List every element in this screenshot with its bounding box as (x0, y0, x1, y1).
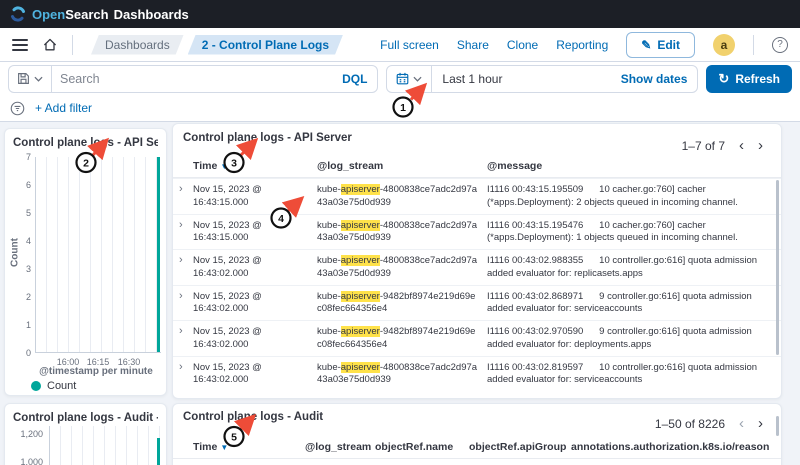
help-icon[interactable]: ? (772, 37, 788, 53)
search-box: DQL (8, 65, 378, 93)
table-header: Time▼ @log_stream objectRef.name objectR… (173, 441, 781, 459)
date-picker: Last 1 hour Show dates (386, 65, 698, 93)
filter-icon[interactable] (10, 101, 25, 116)
expand-row-icon[interactable]: › (179, 326, 193, 356)
edit-button[interactable]: ✎ Edit (626, 32, 695, 58)
breadcrumb-dashboards[interactable]: Dashboards (91, 35, 184, 55)
column-objectref-name[interactable]: objectRef.name (375, 441, 469, 453)
refresh-icon: ↻ (718, 72, 729, 85)
nav-divider (753, 35, 754, 55)
dql-selector[interactable]: DQL (332, 72, 377, 86)
share-link[interactable]: Share (457, 38, 489, 52)
column-time[interactable]: Time▼ (193, 160, 317, 172)
pagination: 1–7 of 7 ‹ › (682, 138, 763, 153)
expand-row-icon[interactable]: › (179, 220, 193, 250)
highlight: apiserver (341, 255, 380, 266)
table-header: Time▼ @log_stream @message (173, 160, 781, 178)
clone-link[interactable]: Clone (507, 38, 538, 52)
chart-plot-area (49, 426, 161, 465)
y-axis-tick: 1,000 (11, 457, 43, 465)
refresh-button[interactable]: ↻ Refresh (706, 65, 792, 93)
prev-page-icon[interactable]: ‹ (739, 416, 744, 431)
expand-row-icon[interactable]: › (179, 291, 193, 321)
query-bar: DQL Last 1 hour Show dates ↻ Refresh (0, 62, 800, 95)
panel-title: Control plane logs - API Server - ... (13, 137, 158, 149)
dashboard-content: Control plane logs - API Server - ... Co… (0, 122, 800, 465)
highlight: apiserver (341, 220, 380, 231)
column-message[interactable]: @message (487, 160, 771, 172)
panel-title: Control plane logs - Audit - Date ... (13, 412, 158, 424)
count-bar[interactable] (157, 157, 160, 352)
count-bar[interactable] (157, 438, 160, 465)
reporting-link[interactable]: Reporting (556, 38, 608, 52)
time-range-value[interactable]: Last 1 hour (432, 72, 620, 86)
panel-scrollbar[interactable] (776, 416, 779, 436)
panel-api-server-chart: Control plane logs - API Server - ... Co… (4, 128, 167, 396)
expand-row-icon[interactable]: › (179, 184, 193, 214)
chevron-down-icon (413, 76, 422, 82)
panel-api-server-table: Control plane logs - API Server 1–7 of 7… (172, 123, 782, 399)
app-header: OpenSearch Dashboards (0, 0, 800, 28)
search-input[interactable] (52, 72, 332, 86)
pagination-range: 1–7 of 7 (682, 139, 725, 153)
highlight: apiserver (341, 184, 380, 195)
nav-divider (72, 35, 73, 55)
table-row[interactable]: › Nov 15, 2023 @ 16:43:02.000 kube-apise… (173, 285, 781, 321)
date-quick-select[interactable] (387, 66, 432, 92)
highlight: apiserver (341, 291, 380, 302)
next-page-icon[interactable]: › (758, 416, 763, 431)
expand-row-icon[interactable]: › (179, 362, 193, 392)
sort-desc-icon: ▼ (220, 162, 228, 171)
brand-search: Search (65, 7, 108, 22)
opensearch-logo-icon (10, 6, 26, 22)
highlight: apiserver (341, 326, 380, 337)
pencil-icon: ✎ (641, 38, 651, 52)
filter-bar: + Add filter (0, 95, 800, 122)
panel-scrollbar[interactable] (776, 180, 779, 355)
column-objectref-apigroup[interactable]: objectRef.apiGroup (469, 441, 571, 453)
legend-swatch (31, 381, 41, 391)
avatar[interactable]: a (713, 34, 735, 56)
home-icon[interactable] (42, 37, 58, 53)
table-row[interactable]: › Nov 15, 2023 @ 16:43:02.000 kube-apise… (173, 320, 781, 356)
legend-label: Count (47, 380, 76, 392)
add-filter-button[interactable]: + Add filter (35, 101, 92, 115)
menu-icon[interactable] (12, 39, 28, 51)
table-row[interactable]: › Nov 15, 2023 @ 16:43:02.000 kube-apise… (173, 356, 781, 392)
prev-page-icon[interactable]: ‹ (739, 138, 744, 153)
brand-title: OpenSearch Dashboards (32, 7, 189, 22)
breadcrumb-current-dashboard: 2 - Control Plane Logs (188, 35, 343, 55)
full-screen-link[interactable]: Full screen (380, 38, 439, 52)
y-axis-tick: 1,200 (11, 429, 43, 439)
highlight: apiserver (341, 362, 380, 373)
chart-legend[interactable]: Count (31, 380, 76, 392)
table-row[interactable]: › Nov 15, 2023 @ 16:43:15.000 kube-apise… (173, 214, 781, 250)
chart-plot-area (35, 157, 161, 353)
table-row[interactable]: › Nov 15, 2023 @ 16:43:15.000 kube-apise… (173, 178, 781, 214)
chevron-down-icon (34, 76, 43, 82)
opensearch-dashboards-app: OpenSearch Dashboards Dashboards 2 - Con… (0, 0, 800, 465)
column-log-stream[interactable]: @log_stream (317, 160, 487, 172)
brand-dashboards: Dashboards (114, 7, 189, 22)
expand-row-icon[interactable]: › (179, 255, 193, 285)
brand-open: Open (32, 7, 65, 22)
pagination-range: 1–50 of 8226 (655, 417, 725, 431)
column-authorization-reason[interactable]: annotations.authorization.k8s.io/reason (571, 441, 771, 453)
panel-audit-chart: Control plane logs - Audit - Date ... 1,… (4, 403, 167, 465)
saved-query-menu[interactable] (9, 66, 52, 92)
save-icon (17, 72, 30, 85)
next-page-icon[interactable]: › (758, 138, 763, 153)
x-axis-label: @timestamp per minute (31, 366, 161, 377)
table-row[interactable]: › Nov 15, 2023 @ 16:43:02.000 kube-apise… (173, 249, 781, 285)
column-time[interactable]: Time▼ (193, 441, 305, 453)
show-dates-button[interactable]: Show dates (621, 72, 698, 86)
calendar-icon (396, 72, 409, 85)
pagination: 1–50 of 8226 ‹ › (655, 416, 763, 431)
navbar: Dashboards 2 - Control Plane Logs Full s… (0, 28, 800, 62)
breadcrumb: Dashboards 2 - Control Plane Logs (91, 35, 343, 55)
panel-audit-table: Control plane logs - Audit 1–50 of 8226 … (172, 403, 782, 465)
y-axis-ticks: 7 6 5 4 3 2 1 0 (11, 152, 31, 358)
column-log-stream[interactable]: @log_stream (305, 441, 375, 453)
sort-desc-icon: ▼ (220, 443, 228, 452)
